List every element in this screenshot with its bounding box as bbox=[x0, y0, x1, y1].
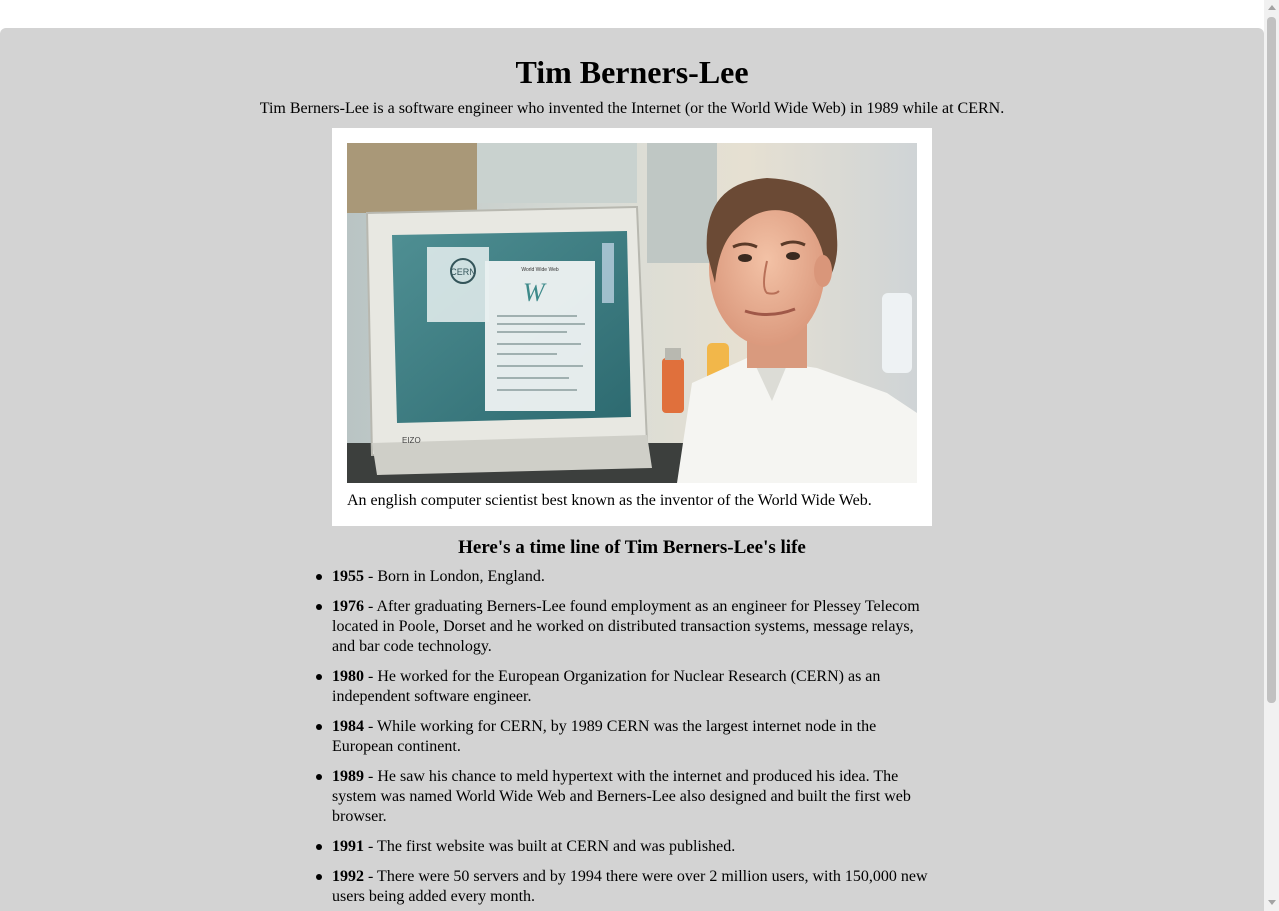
vertical-scrollbar[interactable] bbox=[1264, 0, 1279, 911]
timeline-text: - He worked for the European Organizatio… bbox=[332, 668, 881, 705]
timeline-year: 1976 bbox=[332, 598, 364, 615]
timeline-item: 1991 - The first website was built at CE… bbox=[316, 837, 932, 857]
image-caption: An english computer scientist best known… bbox=[347, 492, 872, 509]
timeline-heading: Here's a time line of Tim Berners-Lee's … bbox=[458, 537, 806, 558]
timeline-year: 1989 bbox=[332, 768, 364, 785]
timeline-year: 1955 bbox=[332, 568, 364, 585]
timeline-item: 1976 - After graduating Berners-Lee foun… bbox=[316, 597, 932, 657]
intro-text: Tim Berners-Lee is a software engineer w… bbox=[259, 100, 1005, 117]
tim-berners-lee-photo: CERN World Wide Web W EIZO bbox=[347, 143, 917, 483]
timeline-text: - There were 50 servers and by 1994 ther… bbox=[332, 868, 928, 905]
timeline-text: - After graduating Berners-Lee found emp… bbox=[332, 598, 920, 655]
screen-heading-text: World Wide Web bbox=[521, 267, 559, 273]
image-figure: CERN World Wide Web W EIZO An english co… bbox=[332, 128, 932, 526]
timeline-year: 1984 bbox=[332, 718, 364, 735]
monitor-brand-text: EIZO bbox=[402, 436, 421, 445]
timeline-item: 1989 - He saw his chance to meld hyperte… bbox=[316, 767, 932, 827]
timeline-item: 1955 - Born in London, England. bbox=[316, 567, 932, 587]
timeline-list: 1955 - Born in London, England. 1976 - A… bbox=[316, 567, 932, 911]
timeline-item: 1984 - While working for CERN, by 1989 C… bbox=[316, 717, 932, 757]
scroll-down-arrow-icon[interactable] bbox=[1268, 900, 1276, 905]
timeline-year: 1991 bbox=[332, 838, 364, 855]
tribute-page: Tim Berners-Lee Tim Berners-Lee is a sof… bbox=[0, 28, 1264, 911]
timeline-item: 1980 - He worked for the European Organi… bbox=[316, 667, 932, 707]
svg-text:W: W bbox=[523, 278, 547, 307]
scrollbar-thumb[interactable] bbox=[1267, 17, 1276, 703]
page-title: Tim Berners-Lee bbox=[515, 54, 749, 90]
screen-logo-text: CERN bbox=[450, 267, 476, 277]
timeline-year: 1980 bbox=[332, 668, 364, 685]
timeline-text: - The first website was built at CERN an… bbox=[364, 838, 736, 855]
timeline-text: - Born in London, England. bbox=[364, 568, 545, 585]
timeline-item: 1992 - There were 50 servers and by 1994… bbox=[316, 867, 932, 907]
scroll-up-arrow-icon[interactable] bbox=[1268, 5, 1276, 10]
timeline-text: - While working for CERN, by 1989 CERN w… bbox=[332, 718, 877, 755]
timeline-year: 1992 bbox=[332, 868, 364, 885]
timeline-text: - He saw his chance to meld hypertext wi… bbox=[332, 768, 911, 825]
